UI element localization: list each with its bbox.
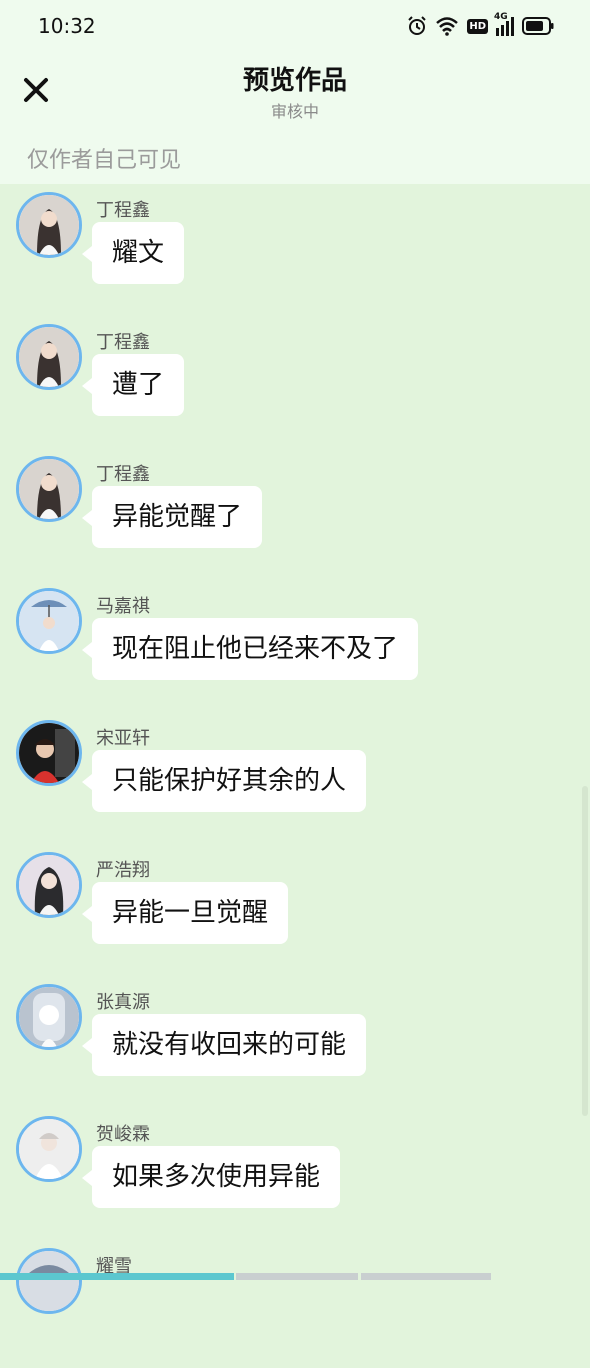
avatar-image: [19, 327, 79, 387]
battery-icon: [522, 17, 554, 35]
avatar[interactable]: [16, 984, 82, 1050]
avatar[interactable]: [16, 456, 82, 522]
message-item: 耀雪: [0, 1248, 590, 1368]
message-bubble: 只能保护好其余的人: [81, 750, 367, 812]
avatar-image: [19, 459, 79, 519]
sender-name: 马嘉祺: [96, 596, 150, 617]
message-item: 丁程鑫 遭了: [0, 324, 590, 444]
visibility-note: 仅作者自己可见: [27, 148, 182, 173]
message-bubble: 异能一旦觉醒: [81, 882, 289, 944]
progress-segment: [0, 1273, 234, 1280]
hd-icon: HD: [467, 18, 488, 34]
progress-segment: [236, 1273, 358, 1280]
message-bubble: 遭了: [81, 354, 185, 416]
signal-icon: 4G: [494, 12, 514, 36]
sender-name: 宋亚轩: [96, 728, 150, 749]
avatar-image: [19, 195, 79, 255]
message-bubble: 如果多次使用异能: [81, 1146, 341, 1208]
wifi-icon: [436, 17, 459, 36]
page-title: 预览作品: [242, 66, 347, 96]
status-time: 10:32: [38, 14, 96, 38]
message-item: 张真源 就没有收回来的可能: [0, 984, 590, 1104]
sender-name: 张真源: [96, 992, 150, 1013]
review-status: 审核中: [270, 102, 319, 121]
message-item: 丁程鑫 异能觉醒了: [0, 456, 590, 576]
message-bubble: 现在阻止他已经来不及了: [81, 618, 419, 680]
avatar[interactable]: [16, 192, 82, 258]
progress-segment: [361, 1273, 491, 1280]
status-icons: HD 4G: [407, 12, 554, 38]
sender-name: 丁程鑫: [96, 464, 150, 485]
sender-name: 严浩翔: [96, 860, 150, 881]
avatar-image: [19, 987, 79, 1047]
reading-progress: [0, 1273, 590, 1280]
avatar-image: [19, 1119, 79, 1179]
header-area: 10:32 HD 4G 预览作品 审核中 仅作者自己可见: [0, 0, 590, 184]
message-item: 马嘉祺 现在阻止他已经来不及了: [0, 588, 590, 708]
sender-name: 贺峻霖: [96, 1124, 150, 1145]
scrollbar[interactable]: [582, 786, 588, 1116]
avatar[interactable]: [16, 852, 82, 918]
avatar[interactable]: [16, 1116, 82, 1182]
avatar-image: [19, 723, 79, 783]
alarm-icon: [408, 16, 427, 35]
message-bubble: 就没有收回来的可能: [81, 1014, 367, 1076]
message-bubble: 耀文: [81, 222, 185, 284]
sender-name: 丁程鑫: [96, 332, 150, 353]
message-item: 贺峻霖 如果多次使用异能: [0, 1116, 590, 1236]
message-bubble: 异能觉醒了: [81, 486, 263, 548]
sender-name: 丁程鑫: [96, 200, 150, 221]
message-item: 严浩翔 异能一旦觉醒: [0, 852, 590, 972]
avatar-image: [19, 591, 79, 651]
network-type-label: 4G: [494, 12, 508, 22]
avatar[interactable]: [16, 1248, 82, 1314]
message-item: 宋亚轩 只能保护好其余的人: [0, 720, 590, 840]
avatar[interactable]: [16, 324, 82, 390]
avatar[interactable]: [16, 720, 82, 786]
avatar-image: [19, 1251, 79, 1311]
avatar-image: [19, 855, 79, 915]
message-item: 丁程鑫 耀文: [0, 192, 590, 312]
avatar[interactable]: [16, 588, 82, 654]
